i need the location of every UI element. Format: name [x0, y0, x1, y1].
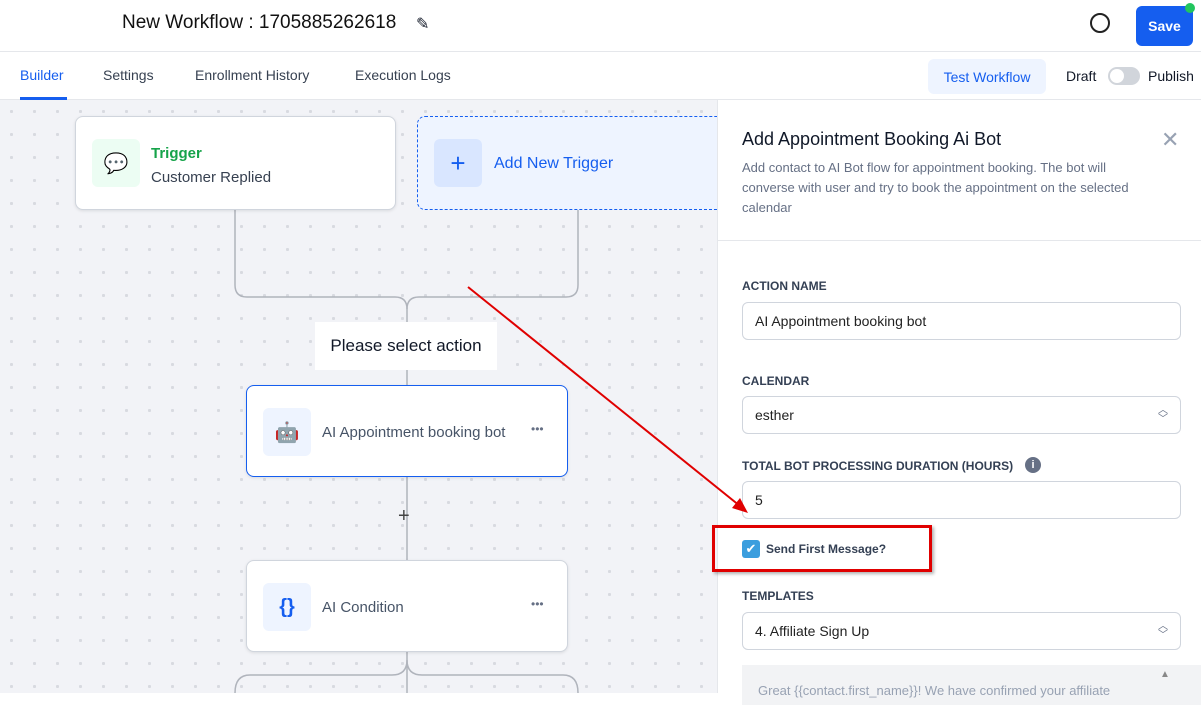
trigger-title: Trigger: [151, 145, 202, 162]
divider: [718, 240, 1201, 241]
add-new-trigger-card[interactable]: + Add New Trigger: [417, 116, 717, 210]
info-icon[interactable]: i: [1025, 457, 1041, 473]
calendar-select[interactable]: esther ︿ ﹀: [742, 396, 1181, 434]
publish-toggle[interactable]: [1108, 67, 1140, 85]
chevron-updown-icon: ︿ ﹀: [1158, 621, 1168, 641]
calendar-label: CALENDAR: [742, 374, 810, 388]
node-label: AI Condition: [322, 599, 404, 616]
node-label: AI Appointment booking bot: [322, 424, 506, 441]
workflow-title: New Workflow : 1705885262618: [122, 12, 397, 33]
robot-icon: 🤖: [263, 408, 311, 456]
close-icon[interactable]: ✕: [1161, 127, 1179, 153]
draft-label: Draft: [1066, 68, 1097, 84]
ai-appointment-node[interactable]: 🤖 AI Appointment booking bot •••: [246, 385, 568, 477]
tab-bar: Builder Settings Enrollment History Exec…: [0, 52, 1201, 100]
select-action-label[interactable]: Please select action: [315, 322, 497, 370]
edit-pencil-icon[interactable]: ✎: [416, 14, 429, 34]
chat-bubbles-icon: 💬: [92, 139, 140, 187]
ai-condition-node[interactable]: {} AI Condition •••: [246, 560, 568, 652]
publish-label: Publish: [1148, 68, 1194, 84]
add-step-plus-icon[interactable]: +: [398, 505, 410, 528]
trigger-subtitle: Customer Replied: [151, 169, 272, 186]
workflow-canvas[interactable]: 💬 Trigger Customer Replied + Add New Tri…: [0, 100, 717, 693]
action-settings-panel: Add Appointment Booking Ai Bot ✕ Add con…: [717, 100, 1201, 705]
header: New Workflow : 1705885262618 ✎ Save: [0, 0, 1201, 52]
scroll-up-icon[interactable]: ▲: [1160, 669, 1170, 680]
annotation-highlight-box: [712, 525, 932, 572]
add-trigger-label: Add New Trigger: [494, 155, 614, 172]
action-name-input[interactable]: AI Appointment booking bot: [742, 302, 1181, 340]
message-text: Great {{contact.first_name}}! We have co…: [758, 683, 1111, 698]
template-value: 4. Affiliate Sign Up: [755, 623, 870, 639]
status-dot: [1185, 3, 1195, 13]
message-textarea[interactable]: Great {{contact.first_name}}! We have co…: [742, 665, 1201, 705]
action-name-label: ACTION NAME: [742, 279, 827, 293]
duration-input[interactable]: 5: [742, 481, 1181, 519]
tab-enrollment-history[interactable]: Enrollment History: [195, 67, 309, 83]
trigger-card[interactable]: 💬 Trigger Customer Replied: [75, 116, 396, 210]
plus-icon: +: [434, 139, 482, 187]
save-button[interactable]: Save: [1136, 6, 1193, 46]
tab-builder[interactable]: Builder: [20, 67, 64, 83]
tab-execution-logs[interactable]: Execution Logs: [355, 67, 451, 83]
tab-settings[interactable]: Settings: [103, 67, 154, 83]
calendar-value: esther: [755, 407, 794, 423]
test-workflow-button[interactable]: Test Workflow: [928, 59, 1046, 94]
history-icon[interactable]: [1090, 13, 1110, 33]
braces-icon: {}: [263, 583, 311, 631]
more-options-icon[interactable]: •••: [531, 422, 544, 436]
panel-title: Add Appointment Booking Ai Bot: [742, 129, 1002, 149]
more-options-icon[interactable]: •••: [531, 597, 544, 611]
panel-description: Add contact to AI Bot flow for appointme…: [742, 160, 1129, 215]
templates-select[interactable]: 4. Affiliate Sign Up ︿ ﹀: [742, 612, 1181, 650]
duration-label: TOTAL BOT PROCESSING DURATION (HOURS): [742, 459, 1014, 473]
templates-label: TEMPLATES: [742, 589, 814, 603]
chevron-updown-icon: ︿ ﹀: [1158, 405, 1168, 425]
